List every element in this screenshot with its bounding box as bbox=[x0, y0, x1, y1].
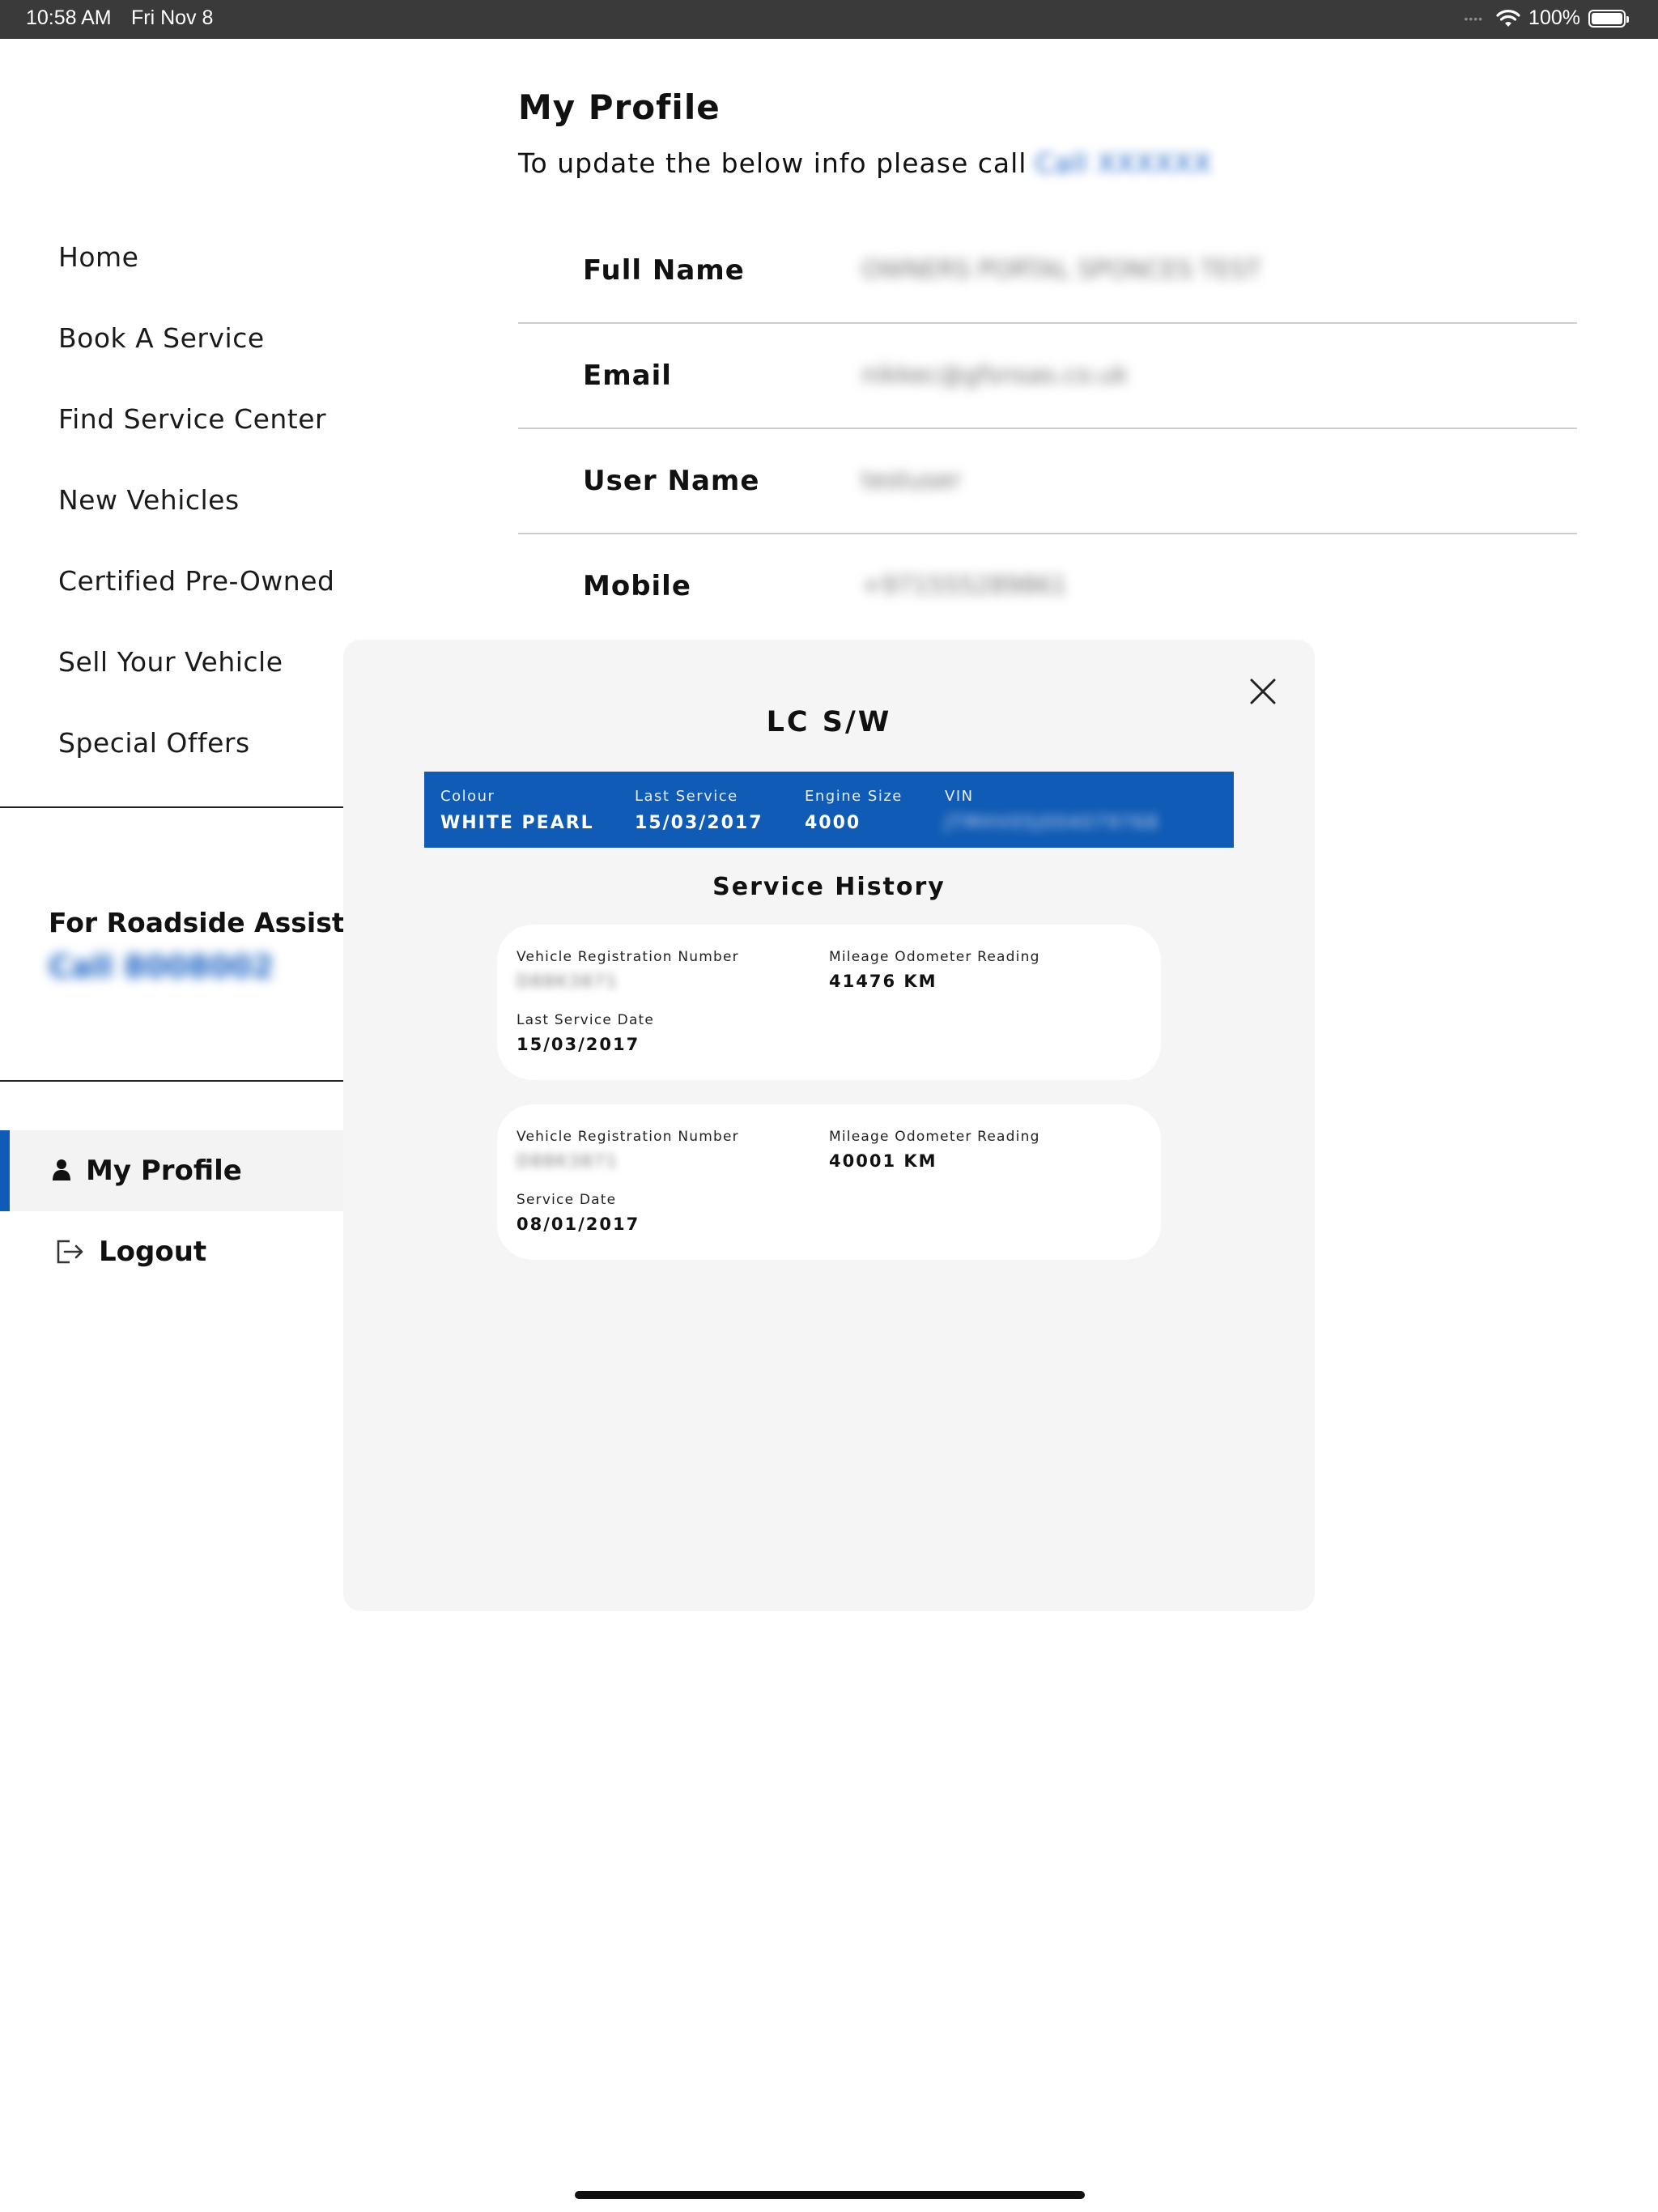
engine-size-label: Engine Size bbox=[805, 788, 903, 805]
sidebar-item-home[interactable]: Home bbox=[58, 241, 138, 273]
vin-value: JTMHV05J004079768 bbox=[945, 813, 1159, 833]
status-indicators: •••• 100% bbox=[1464, 6, 1629, 30]
profile-field-user-name: User Name testuser bbox=[518, 429, 1577, 534]
service-date-field: Service Date 08/01/2017 bbox=[517, 1192, 640, 1234]
sidebar-item-new-vehicles[interactable]: New Vehicles bbox=[58, 484, 240, 516]
service-date-label: Last Service Date bbox=[517, 1012, 655, 1028]
field-value: testuser bbox=[861, 466, 962, 495]
service-history-title: Service History bbox=[712, 873, 946, 901]
service-date-label: Service Date bbox=[517, 1192, 617, 1208]
registration-field: Vehicle Registration Number D88K3871 bbox=[517, 1129, 739, 1171]
vehicle-vin: VIN JTMHV05J004079768 bbox=[945, 788, 1159, 833]
vehicle-model-title: LC S/W bbox=[766, 706, 892, 738]
field-label: Email bbox=[583, 359, 672, 392]
vehicle-info-bar: Colour WHITE PEARL Last Service 15/03/20… bbox=[424, 772, 1234, 848]
vehicle-last-service: Last Service 15/03/2017 bbox=[635, 788, 763, 833]
battery-fill bbox=[1592, 12, 1622, 24]
home-indicator[interactable] bbox=[575, 2191, 1085, 2199]
registration-label: Vehicle Registration Number bbox=[517, 949, 739, 965]
service-date-field: Last Service Date 15/03/2017 bbox=[517, 1012, 654, 1054]
last-service-value: 15/03/2017 bbox=[635, 813, 763, 833]
profile-field-full-name: Full Name OWNERS PORTAL SPONCES TEST bbox=[518, 219, 1577, 324]
sidebar: Home Book A Service Find Service Center … bbox=[0, 39, 415, 1334]
vehicle-engine-size: Engine Size 4000 bbox=[805, 788, 903, 833]
support-phone-link[interactable]: Call XXXXXX bbox=[1035, 147, 1212, 179]
mileage-value: 41476 KM bbox=[829, 972, 937, 991]
colour-label: Colour bbox=[440, 788, 495, 805]
registration-field: Vehicle Registration Number D88K3871 bbox=[517, 949, 739, 991]
vin-label: VIN bbox=[945, 788, 974, 805]
engine-size-value: 4000 bbox=[805, 813, 861, 833]
field-value: nikkec@gfsnsas.co.uk bbox=[861, 361, 1129, 389]
wifi-icon bbox=[1496, 9, 1520, 27]
page-subtitle: To update the below info please call Call… bbox=[518, 147, 1212, 179]
mileage-label: Mileage Odometer Reading bbox=[829, 949, 1040, 965]
mileage-field: Mileage Odometer Reading 40001 KM bbox=[829, 1129, 1040, 1171]
registration-value: D88K3871 bbox=[517, 972, 619, 991]
user-icon bbox=[53, 1159, 70, 1180]
profile-field-email: Email nikkec@gfsnsas.co.uk bbox=[518, 324, 1577, 429]
sidebar-item-my-profile[interactable]: My Profile bbox=[0, 1130, 343, 1211]
registration-label: Vehicle Registration Number bbox=[517, 1129, 739, 1145]
status-bar: 10:58 AM Fri Nov 8 •••• 100% bbox=[0, 0, 1658, 39]
subtitle-text: To update the below info please call bbox=[518, 147, 1027, 179]
sidebar-item-certified-pre-owned[interactable]: Certified Pre-Owned bbox=[58, 565, 334, 597]
sidebar-item-sell-your-vehicle[interactable]: Sell Your Vehicle bbox=[58, 646, 283, 678]
sidebar-divider bbox=[0, 1080, 343, 1082]
logout-label: Logout bbox=[99, 1236, 207, 1268]
sidebar-item-special-offers[interactable]: Special Offers bbox=[58, 727, 250, 759]
profile-field-mobile: Mobile +971555289861 bbox=[518, 534, 1577, 640]
sidebar-item-logout[interactable]: Logout bbox=[0, 1211, 343, 1292]
field-value: +971555289861 bbox=[861, 572, 1068, 600]
page-title: My Profile bbox=[518, 87, 721, 127]
my-profile-label: My Profile bbox=[86, 1155, 242, 1187]
field-label: Full Name bbox=[583, 254, 745, 287]
field-label: Mobile bbox=[583, 570, 691, 602]
mileage-label: Mileage Odometer Reading bbox=[829, 1129, 1040, 1145]
mileage-field: Mileage Odometer Reading 41476 KM bbox=[829, 949, 1040, 991]
sidebar-item-find-service-center[interactable]: Find Service Center bbox=[58, 403, 326, 435]
mileage-value: 40001 KM bbox=[829, 1151, 937, 1171]
status-date: Fri Nov 8 bbox=[131, 6, 214, 29]
service-date-value: 15/03/2017 bbox=[517, 1035, 640, 1054]
sidebar-divider bbox=[0, 806, 343, 808]
active-indicator bbox=[0, 1130, 10, 1211]
status-time: 10:58 AM bbox=[26, 6, 112, 29]
roadside-phone-link[interactable]: Call 8008002 bbox=[49, 949, 274, 985]
sidebar-item-book-a-service[interactable]: Book A Service bbox=[58, 322, 265, 354]
vehicle-detail-modal: LC S/W Colour WHITE PEARL Last Service 1… bbox=[343, 640, 1315, 1611]
signal-dots: •••• bbox=[1464, 11, 1484, 25]
field-label: User Name bbox=[583, 465, 760, 497]
battery-icon bbox=[1588, 9, 1629, 28]
service-history-card: Vehicle Registration Number D88K3871 Mil… bbox=[497, 1104, 1161, 1260]
service-history-card: Vehicle Registration Number D88K3871 Mil… bbox=[497, 925, 1161, 1080]
service-date-value: 08/01/2017 bbox=[517, 1214, 640, 1234]
battery-percent: 100% bbox=[1528, 6, 1580, 29]
vehicle-colour: Colour WHITE PEARL bbox=[440, 788, 594, 833]
last-service-label: Last Service bbox=[635, 788, 738, 805]
field-value: OWNERS PORTAL SPONCES TEST bbox=[861, 256, 1261, 284]
close-icon[interactable] bbox=[1244, 672, 1282, 711]
registration-value: D88K3871 bbox=[517, 1151, 619, 1171]
colour-value: WHITE PEARL bbox=[440, 813, 594, 833]
logout-icon bbox=[57, 1240, 83, 1264]
